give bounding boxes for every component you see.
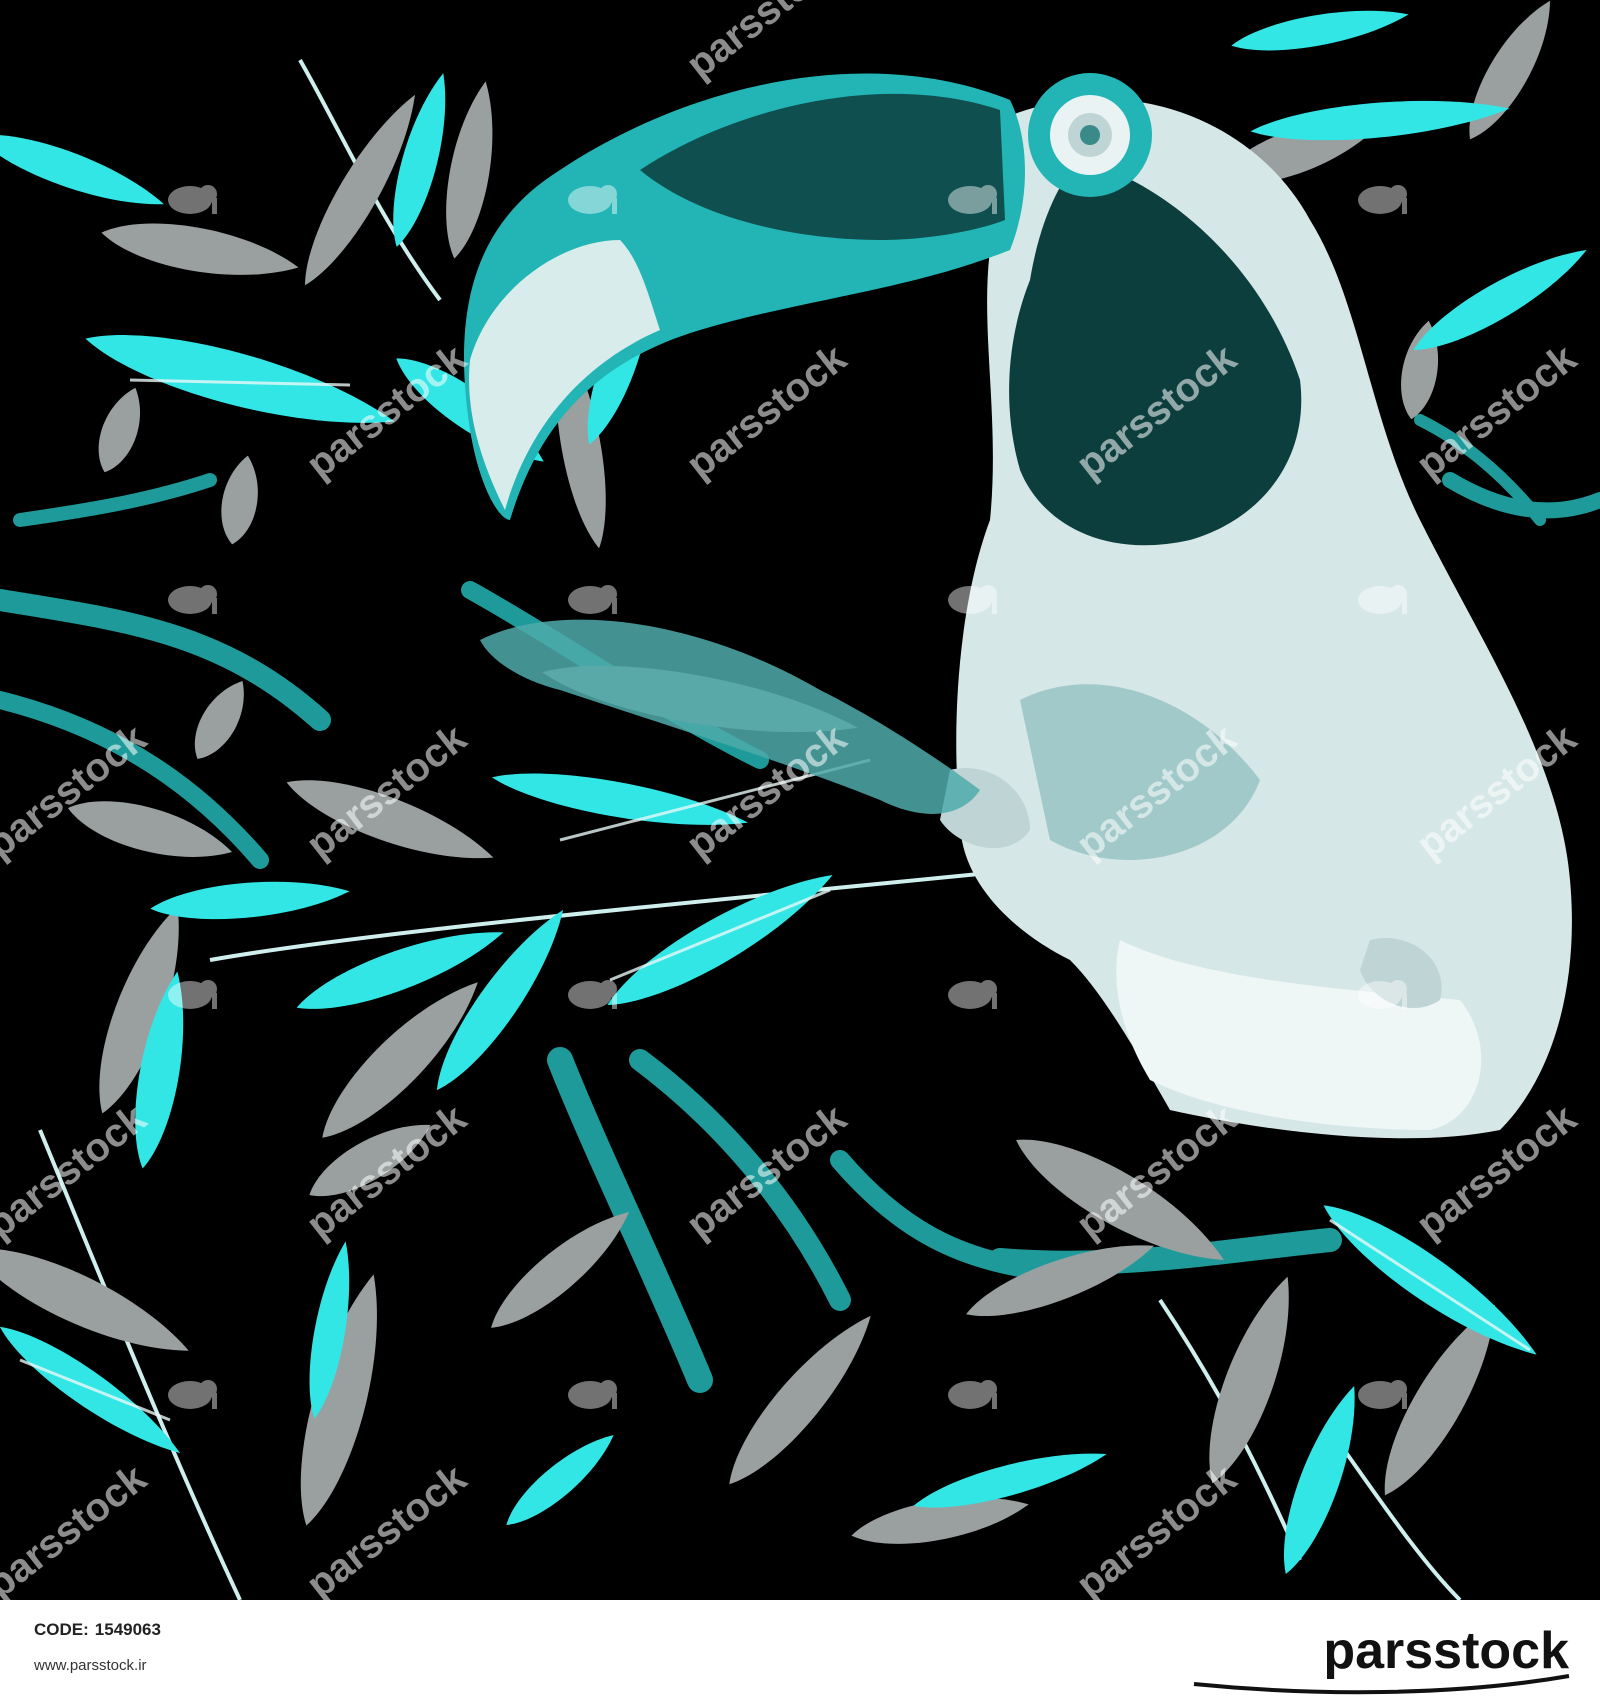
brand-logo-text: parsstock — [1323, 1622, 1569, 1680]
code-label: CODE: — [34, 1620, 89, 1639]
website-url: www.parsstock.ir — [34, 1657, 147, 1674]
toucan-illustration: parsstock parsstock parsstock parsstock … — [0, 0, 1600, 1600]
stock-photo: parsstock parsstock parsstock parsstock … — [0, 0, 1600, 1700]
image-footer: CODE: 1549063 www.parsstock.ir parsstock — [0, 1600, 1600, 1700]
code-value: 1549063 — [94, 1620, 161, 1639]
brand-logo: parsstock — [1193, 1622, 1570, 1695]
image-code: CODE: 1549063 — [34, 1620, 167, 1640]
